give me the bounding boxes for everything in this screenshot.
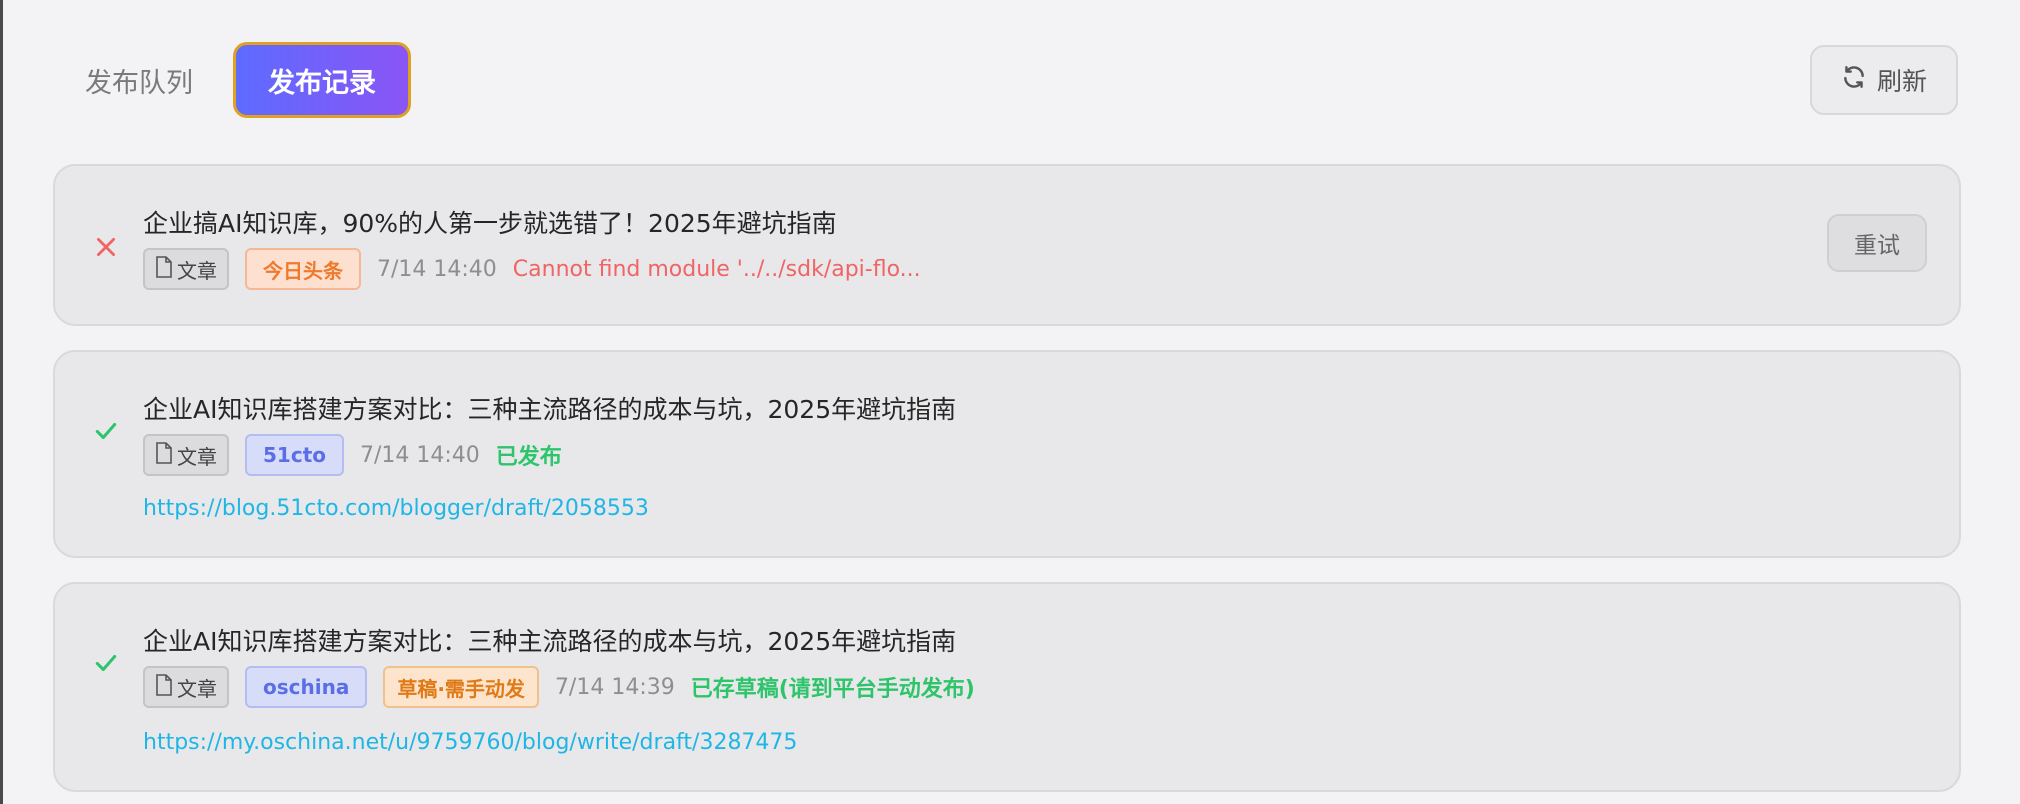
type-label: 文章	[177, 676, 217, 701]
record-time: 7/14 14:39	[554, 674, 675, 700]
record-time: 7/14 14:40	[377, 256, 497, 282]
record-time: 7/14 14:40	[360, 442, 480, 468]
platform-tag: 51cto	[245, 434, 344, 476]
check-icon	[91, 648, 121, 678]
document-icon	[155, 673, 173, 701]
refresh-button[interactable]: 刷新	[1810, 45, 1958, 115]
document-icon	[155, 255, 173, 283]
status-message: 已存草稿(请到平台手动发布)	[690, 677, 975, 702]
document-icon	[155, 441, 173, 469]
error-message: Cannot find module '../../sdk/api-flo...	[512, 256, 921, 282]
tab-publish-records[interactable]: 发布记录	[233, 42, 411, 118]
check-icon	[91, 416, 121, 446]
record-meta: 文章 oschina 草稿·需手动发 7/14 14:39 已存草稿(请到平台手…	[143, 666, 975, 708]
top-bar: 发布队列 发布记录 刷新	[55, 42, 1958, 118]
refresh-label: 刷新	[1876, 67, 1927, 96]
record-meta: 文章 今日头条 7/14 14:40 Cannot find module '.…	[143, 248, 921, 290]
status-message: 已发布	[495, 445, 562, 470]
record-title: 企业AI知识库搭建方案对比：三种主流路径的成本与坑，2025年避坑指南	[143, 627, 957, 656]
record-card: 企业搞AI知识库，90%的人第一步就选错了！2025年避坑指南 文章 今日头条 …	[53, 164, 1961, 326]
tab-publish-queue[interactable]: 发布队列	[55, 42, 223, 118]
type-label: 文章	[177, 444, 217, 469]
record-meta: 文章 51cto 7/14 14:40 已发布	[143, 434, 562, 476]
record-title: 企业AI知识库搭建方案对比：三种主流路径的成本与坑，2025年避坑指南	[143, 395, 957, 424]
record-card: 企业AI知识库搭建方案对比：三种主流路径的成本与坑，2025年避坑指南 文章 5…	[53, 350, 1961, 558]
type-tag: 文章	[143, 666, 229, 708]
retry-button[interactable]: 重试	[1827, 214, 1927, 272]
record-link[interactable]: https://my.oschina.net/u/9759760/blog/wr…	[143, 730, 797, 755]
type-tag: 文章	[143, 248, 229, 290]
platform-tag: oschina	[245, 666, 368, 708]
draft-tag: 草稿·需手动发	[383, 666, 539, 708]
type-label: 文章	[177, 258, 217, 283]
refresh-icon	[1841, 64, 1867, 96]
record-title: 企业搞AI知识库，90%的人第一步就选错了！2025年避坑指南	[143, 209, 837, 238]
publish-records-page: 发布队列 发布记录 刷新 企业搞AI知识库，90%的人第一步就选错了！2025年…	[0, 0, 2020, 804]
record-link[interactable]: https://blog.51cto.com/blogger/draft/205…	[143, 496, 649, 521]
record-card: 企业AI知识库搭建方案对比：三种主流路径的成本与坑，2025年避坑指南 文章 o…	[53, 582, 1961, 792]
platform-tag: 今日头条	[245, 248, 361, 290]
close-icon	[91, 232, 121, 262]
type-tag: 文章	[143, 434, 229, 476]
